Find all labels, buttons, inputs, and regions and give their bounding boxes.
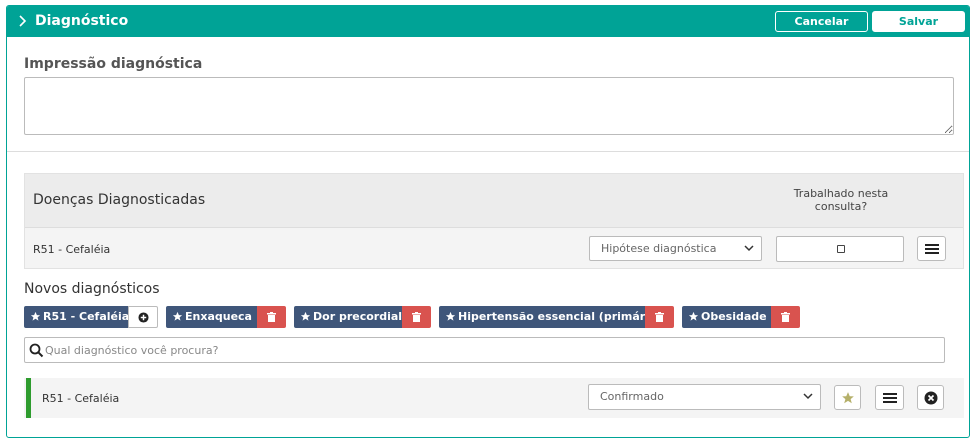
tag-enxaqueca[interactable]: Enxaqueca — [166, 306, 286, 328]
diagnostico-panel: Diagnóstico Cancelar Salvar Impressão di… — [6, 5, 970, 438]
impressao-textarea[interactable] — [24, 77, 954, 135]
star-icon — [172, 311, 183, 321]
panel-title: Diagnóstico — [35, 13, 129, 29]
doenca-status-select[interactable]: Hipótese diagnóstica — [589, 236, 762, 261]
star-icon — [688, 311, 699, 321]
favorite-button[interactable] — [834, 385, 861, 410]
save-button[interactable]: Salvar — [872, 11, 965, 32]
tag-label: Dor precordial — [313, 310, 403, 323]
search-input[interactable] — [45, 341, 925, 359]
star-icon — [30, 311, 41, 321]
doenca-row-label: R51 - Cefaléia — [33, 243, 111, 256]
tag-obesidade[interactable]: Obesidade — [682, 306, 800, 328]
plus-circle-icon — [138, 312, 149, 323]
chevron-down-icon — [744, 245, 754, 252]
tag-label: Enxaqueca — [185, 310, 252, 323]
doenca-menu-button[interactable] — [917, 236, 946, 261]
novo-diagnostico-status-select[interactable]: Confirmado — [588, 384, 821, 410]
tag-main[interactable]: Dor precordial — [294, 306, 402, 328]
menu-icon — [883, 393, 897, 403]
trash-icon — [781, 312, 790, 322]
trash-icon — [655, 312, 664, 322]
tag-label: R51 - Cefaléia — [43, 310, 130, 323]
novos-diagnosticos-label: Novos diagnósticos — [24, 281, 160, 297]
tag-main[interactable]: Hipertensão essencial (primária) — [439, 306, 661, 328]
cancel-button[interactable]: Cancelar — [775, 11, 868, 32]
star-icon — [300, 311, 311, 321]
tag-label: Hipertensão essencial (primária) — [458, 310, 662, 323]
tag-dor-precordial[interactable]: Dor precordial — [294, 306, 431, 328]
chevron-right-icon[interactable] — [16, 13, 30, 29]
divider — [7, 151, 969, 152]
close-circle-icon — [924, 391, 938, 405]
tag-delete-button[interactable] — [645, 306, 674, 328]
tag-main[interactable]: Enxaqueca — [166, 306, 257, 328]
trabalhado-cell — [776, 236, 904, 262]
tag-main[interactable]: Obesidade — [682, 306, 771, 328]
novo-diagnostico-menu-button[interactable] — [875, 385, 904, 410]
doencas-diagnosticadas-table: Doenças Diagnosticadas Trabalhado nesta … — [24, 173, 964, 269]
trash-icon — [412, 312, 421, 322]
chevron-down-icon — [803, 393, 813, 400]
tag-delete-button[interactable] — [771, 306, 800, 328]
tag-label: Obesidade — [701, 310, 767, 323]
trash-icon — [267, 312, 276, 322]
tag-hipertensao-essencial[interactable]: Hipertensão essencial (primária) — [439, 306, 674, 328]
doencas-table-header: Doenças Diagnosticadas Trabalhado nesta … — [25, 174, 963, 228]
novo-diagnostico-label: R51 - Cefaléia — [42, 392, 120, 405]
doencas-title: Doenças Diagnosticadas — [33, 192, 206, 208]
search-icon — [29, 343, 44, 358]
doenca-status-value: Hipótese diagnóstica — [601, 242, 717, 255]
remove-diagnostico-button[interactable] — [917, 385, 944, 410]
tag-delete-button[interactable] — [402, 306, 431, 328]
tag-add-button[interactable] — [128, 306, 158, 328]
menu-icon — [925, 244, 939, 254]
tag-r51-cefaleia[interactable]: R51 - Cefaléia — [24, 306, 158, 328]
panel-header[interactable]: Diagnóstico Cancelar Salvar — [7, 6, 969, 37]
impressao-label: Impressão diagnóstica — [24, 56, 203, 72]
novo-diagnostico-row: R51 - Cefaléia Confirmado — [24, 378, 964, 418]
confirmed-status-bar — [26, 378, 31, 418]
star-icon — [842, 392, 854, 404]
tag-main[interactable]: R51 - Cefaléia — [24, 306, 130, 328]
star-icon — [445, 311, 456, 321]
trabalhado-column-header: Trabalhado nesta consulta? — [793, 187, 889, 213]
tag-delete-button[interactable] — [257, 306, 286, 328]
trabalhado-checkbox[interactable] — [837, 245, 845, 253]
diagnostico-search[interactable] — [24, 337, 945, 363]
novo-diagnostico-status-value: Confirmado — [600, 390, 664, 403]
